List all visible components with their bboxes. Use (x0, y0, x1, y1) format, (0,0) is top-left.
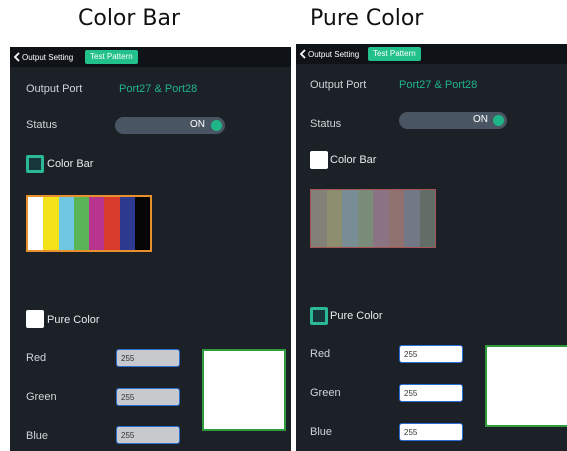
color-bar-stripe (326, 190, 342, 247)
status-toggle[interactable]: ON (115, 117, 225, 134)
toggle-knob-icon (211, 120, 222, 131)
color-bar-stripe (419, 190, 435, 247)
green-label: Green (310, 387, 341, 399)
back-button-label: Output Setting (22, 52, 74, 62)
color-bar-stripe (119, 197, 135, 250)
back-button[interactable]: Output Setting (13, 50, 73, 64)
blue-input[interactable]: 255 (116, 426, 180, 444)
output-port-label: Output Port (310, 79, 367, 91)
color-bar-stripe (58, 197, 74, 250)
top-bar: Output Setting Test Pattern (296, 44, 567, 64)
color-bar-stripe (73, 197, 89, 250)
color-bar-checkbox[interactable] (310, 151, 328, 169)
status-label: Status (26, 119, 58, 131)
red-input[interactable]: 255 (116, 349, 180, 367)
tab-test-pattern[interactable]: Test Pattern (368, 47, 421, 61)
pure-color-preview (202, 349, 286, 431)
color-bar-stripe (134, 197, 150, 250)
toggle-knob-icon (493, 115, 504, 126)
blue-label: Blue (26, 430, 49, 442)
output-port-label: Output Port (26, 83, 83, 95)
color-bar-stripe (28, 197, 44, 250)
color-bar-stripe (89, 197, 105, 250)
color-bar-stripe (404, 190, 420, 247)
blue-label: Blue (310, 426, 333, 438)
output-port-value: Port27 & Port28 (399, 79, 478, 91)
status-label: Status (310, 118, 342, 130)
pure-color-screen: Output Setting Test Pattern Output Port … (296, 44, 567, 451)
chevron-left-icon (13, 52, 20, 62)
green-input[interactable]: 255 (116, 388, 180, 406)
status-toggle-text: ON (190, 119, 205, 130)
color-bar-screen: Output Setting Test Pattern Output Port … (10, 47, 291, 451)
tab-test-pattern[interactable]: Test Pattern (85, 50, 138, 64)
status-toggle-text: ON (473, 114, 488, 125)
color-bar-stripe (342, 190, 358, 247)
color-bar-checkbox[interactable] (26, 155, 44, 173)
color-bar-stripe (357, 190, 373, 247)
pure-color-checkbox[interactable] (26, 310, 44, 328)
color-bar-stripe (104, 197, 120, 250)
green-input[interactable]: 255 (399, 384, 463, 402)
caption-color-bar: Color Bar (78, 6, 181, 31)
color-bar-label: Color Bar (330, 154, 377, 166)
color-bar-preview (310, 189, 436, 248)
blue-input[interactable]: 255 (399, 423, 463, 441)
red-label: Red (310, 348, 331, 360)
back-button-label: Output Setting (308, 49, 360, 59)
color-bar-stripe (373, 190, 389, 247)
color-bar-stripe (311, 190, 327, 247)
green-label: Green (26, 391, 57, 403)
red-label: Red (26, 352, 47, 364)
output-port-value: Port27 & Port28 (119, 83, 198, 95)
color-bar-preview (26, 195, 152, 252)
caption-pure-color: Pure Color (310, 6, 424, 31)
status-toggle[interactable]: ON (399, 112, 507, 129)
color-bar-label: Color Bar (47, 158, 94, 170)
color-bar-stripe (388, 190, 404, 247)
color-bar-stripe (43, 197, 59, 250)
pure-color-preview (485, 345, 567, 427)
pure-color-label: Pure Color (330, 310, 383, 322)
back-button[interactable]: Output Setting (299, 47, 359, 61)
pure-color-checkbox[interactable] (310, 307, 328, 325)
top-bar: Output Setting Test Pattern (10, 47, 291, 67)
pure-color-label: Pure Color (47, 314, 100, 326)
chevron-left-icon (299, 49, 306, 59)
red-input[interactable]: 255 (399, 345, 463, 363)
